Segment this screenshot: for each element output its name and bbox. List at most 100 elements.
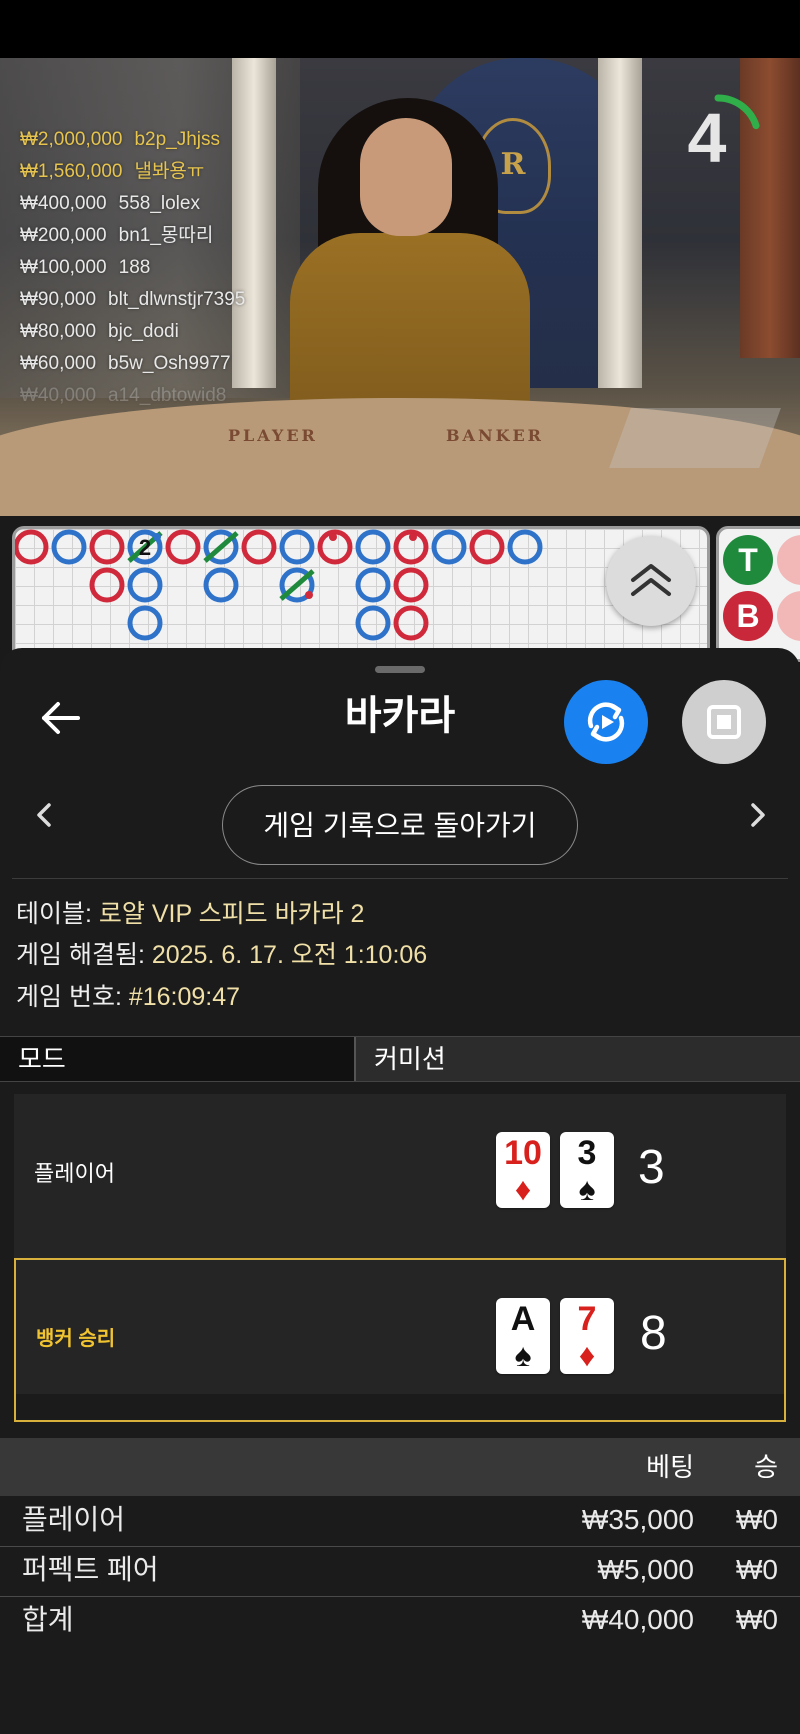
- player-bead: [431, 529, 467, 565]
- banker-bead: [469, 529, 505, 565]
- road-marks: 2: [15, 529, 543, 641]
- banker-win-label: 뱅커 승리: [36, 1328, 116, 1350]
- spade-icon: ♠: [514, 1337, 532, 1373]
- bet-username: blt_dlwnstjr7395: [108, 289, 246, 310]
- tie-chip: T: [723, 535, 773, 585]
- bet-username: 낼봐용ㅠ: [134, 161, 205, 182]
- bet-username: 558_lolex: [118, 193, 200, 214]
- table-row: 퍼펙트 페어 ₩5,000 ₩0: [0, 1546, 800, 1597]
- top-bet-row: ₩400,000 558_lolex: [20, 188, 245, 220]
- bet-amount: ₩200,000: [20, 225, 107, 246]
- expand-road-button[interactable]: [606, 536, 696, 626]
- player-label: 플레이어: [34, 1161, 115, 1186]
- top-bet-row: ₩200,000 bn1_몽따리: [20, 220, 245, 252]
- table-text-banker: BANKER: [446, 426, 544, 445]
- bet-username: a14_dbtowid8: [108, 385, 227, 406]
- spade-icon: ♠: [578, 1171, 596, 1207]
- tie-count-label: 2: [139, 535, 151, 560]
- bet-username: b5w_Osh9977: [108, 353, 231, 374]
- win-column-header: 승: [754, 1452, 778, 1482]
- top-bets-list: ₩2,000,000 b2p_Jhjss ₩1,560,000 낼봐용ㅠ ₩400,00…: [20, 124, 245, 412]
- banker-bead: [15, 529, 49, 565]
- diamond-icon: ♦: [578, 1337, 596, 1373]
- bet-username: b2p_Jhjss: [134, 129, 221, 150]
- player-bead: [507, 529, 543, 565]
- arrow-left-icon: [42, 702, 80, 734]
- game-number: #16:09:47: [128, 983, 241, 1011]
- bets-table-header: 베팅 승: [0, 1438, 800, 1496]
- bet-amount: ₩100,000: [20, 257, 107, 278]
- banker-result-row: 뱅커 승리 A ♠ 7 ♦ 8: [14, 1258, 786, 1422]
- top-bet-row: ₩80,000 bjc_dodi: [20, 316, 245, 348]
- player-card-1: 10 ♦: [496, 1132, 550, 1208]
- card-shoe: [609, 408, 781, 468]
- table-text-player: PLAYER: [228, 426, 318, 445]
- bet-amount: ₩80,000: [20, 321, 97, 342]
- countdown-number: 4: [687, 99, 727, 177]
- banker-score: 8: [640, 1307, 667, 1360]
- chevrons-up-icon: [631, 564, 671, 596]
- player-bead: [355, 605, 391, 641]
- player-card-2: 3 ♠: [560, 1132, 614, 1208]
- status-bar: [0, 0, 800, 58]
- banker-bead: [165, 529, 201, 565]
- bet-amount: ₩90,000: [20, 289, 97, 310]
- table-name: 로얄 VIP 스피드 바카라 2: [98, 900, 365, 928]
- top-bet-row: ₩40,000 a14_dbtowid8: [20, 380, 245, 412]
- pair-dot: [305, 591, 313, 599]
- page-title: 바카라: [344, 694, 456, 738]
- player-bead: [127, 605, 163, 641]
- next-game-button[interactable]: [740, 798, 774, 832]
- bet-username: 188: [118, 257, 151, 278]
- bet-username: bjc_dodi: [108, 321, 179, 342]
- top-bet-row: ₩90,000 blt_dlwnstjr7395: [20, 284, 245, 316]
- stop-button[interactable]: [682, 680, 766, 764]
- result-panel: 플레이어 10 ♦ 3 ♠ 3 뱅커 승리 A ♠ 7 ♦ 8: [14, 1094, 786, 1422]
- diamond-icon: ♦: [514, 1171, 532, 1207]
- bet-amount: ₩1,560,000: [20, 161, 123, 182]
- bet-amount: ₩60,000: [20, 353, 97, 374]
- replay-icon: [587, 702, 625, 742]
- replay-button[interactable]: [564, 680, 648, 764]
- previous-game-button[interactable]: [28, 798, 62, 832]
- player-result-row: 플레이어 10 ♦ 3 ♠ 3: [14, 1094, 786, 1258]
- table-info: 테이블: 로얄 VIP 스피드 바카라 2: [16, 900, 365, 928]
- player-bead: [127, 567, 163, 603]
- banker-chip: B: [723, 591, 773, 641]
- mode-bar: 모드 커미션: [0, 1036, 800, 1082]
- banker-bead: [393, 605, 429, 641]
- resolved-time: 2025. 6. 17. 오전 1:10:06: [151, 941, 428, 969]
- bet-amount: ₩400,000: [20, 193, 107, 214]
- top-bet-row: ₩100,000 188: [20, 252, 245, 284]
- top-bet-row: ₩1,560,000 낼봐용ㅠ: [20, 156, 245, 188]
- mode-label: 모드: [0, 1037, 356, 1081]
- banker-bead: [89, 567, 125, 603]
- top-bet-row: ₩2,000,000 b2p_Jhjss: [20, 124, 245, 156]
- stop-icon: [707, 705, 741, 739]
- chevron-right-icon: [751, 803, 765, 827]
- bet-column-header: 베팅: [646, 1452, 694, 1482]
- countdown-timer: 4: [672, 92, 764, 184]
- road-side-panel: T B: [716, 526, 800, 662]
- chevron-left-icon: [37, 803, 51, 827]
- table-row: 플레이어 ₩35,000 ₩0: [0, 1496, 800, 1547]
- banker-bead: [241, 529, 277, 565]
- total-row: 합계 ₩40,000 ₩0: [22, 1604, 778, 1635]
- player-bead: [203, 567, 239, 603]
- bet-amount: ₩40,000: [20, 385, 97, 406]
- game-detail-sheet: 바카라 게임 기록으로 돌아가기 테이블: 로얄 VIP 스피드 바카라 2 게…: [0, 648, 800, 1734]
- player-score: 3: [638, 1141, 665, 1194]
- divider: [12, 878, 788, 879]
- resolved-info: 게임 해결됨: 2025. 6. 17. 오전 1:10:06: [16, 941, 428, 969]
- banker-bead: [89, 529, 125, 565]
- pair-dot: [409, 533, 417, 541]
- sheet-drag-handle[interactable]: [375, 666, 425, 673]
- pair-dot: [153, 533, 161, 541]
- bet-amount: ₩2,000,000: [20, 129, 123, 150]
- back-button[interactable]: [34, 692, 86, 744]
- player-bead: [355, 529, 391, 565]
- banker-bead: [393, 567, 429, 603]
- commission-label: 커미션: [356, 1037, 800, 1081]
- return-to-history-button[interactable]: 게임 기록으로 돌아가기: [222, 785, 578, 865]
- bet-username: bn1_몽따리: [118, 225, 214, 246]
